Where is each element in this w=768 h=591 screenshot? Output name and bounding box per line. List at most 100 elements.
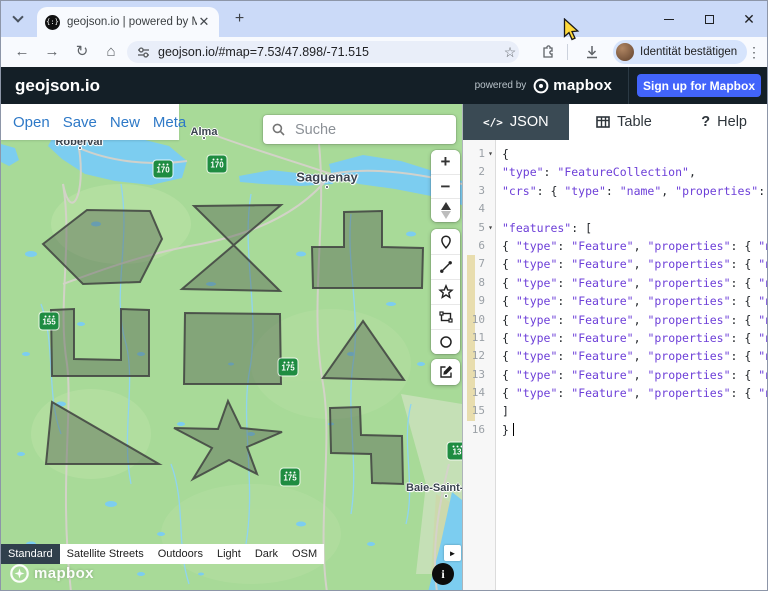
style-standard[interactable]: Standard	[1, 544, 60, 564]
collapse-panel-arrow[interactable]: ►	[444, 545, 461, 561]
style-light[interactable]: Light	[209, 544, 248, 564]
zoom-out-button[interactable]: −	[431, 174, 460, 198]
editor-line-8[interactable]: 8{ "type": "Feature", "properties": { "n…	[463, 273, 767, 293]
tab-search-icon[interactable]	[11, 11, 25, 26]
feature-square[interactable]	[182, 311, 283, 385]
new-tab-button[interactable]: +	[231, 11, 248, 28]
tab-help-label: Help	[717, 114, 747, 130]
bookmark-star-icon[interactable]: ☆	[499, 41, 521, 63]
tab-table[interactable]: Table	[569, 104, 680, 140]
editor-line-16[interactable]: 16}	[463, 421, 767, 439]
feature-z-shape[interactable]	[328, 405, 405, 486]
minimize-button[interactable]	[649, 1, 689, 37]
zoom-in-button[interactable]: +	[431, 150, 460, 174]
line-gutter: 10	[463, 310, 496, 330]
search-input[interactable]	[293, 120, 447, 139]
code-line[interactable]: { "type": "Feature", "properties": { "na	[496, 329, 767, 347]
signup-button[interactable]: Sign up for Mapbox	[637, 74, 761, 97]
fold-arrow-icon[interactable]: ▾	[485, 219, 496, 237]
menu-item-open[interactable]: Open	[13, 114, 50, 131]
editor-line-13[interactable]: 13{ "type": "Feature", "properties": { "…	[463, 365, 767, 385]
code-line[interactable]: { "type": "Feature", "properties": { "na	[496, 255, 767, 273]
menu-item-new[interactable]: New	[110, 114, 140, 131]
editor-line-10[interactable]: 10{ "type": "Feature", "properties": { "…	[463, 310, 767, 330]
editor-line-7[interactable]: 7{ "type": "Feature", "properties": { "n…	[463, 255, 767, 275]
tab-title: geojson.io | powered by Mapbox	[67, 16, 197, 28]
reload-icon[interactable]: ↻	[71, 41, 93, 63]
draw-rectangle-button[interactable]	[431, 304, 460, 329]
draw-marker-button[interactable]	[431, 229, 460, 254]
editor-line-1[interactable]: 1 ▾{	[463, 145, 767, 163]
style-osm[interactable]: OSM	[285, 544, 325, 564]
draw-polygon-button[interactable]	[431, 279, 460, 304]
menu-kebab-icon[interactable]: ⋮	[743, 41, 765, 63]
feature-t-shape[interactable]	[310, 209, 425, 289]
url-bar[interactable]: geojson.io/#map=7.53/47.898/-71.515	[127, 41, 519, 63]
tab-help[interactable]: ? Help	[679, 104, 767, 140]
code-line[interactable]: { "type": "Feature", "properties": { "na	[496, 366, 767, 384]
draw-line-button[interactable]	[431, 254, 460, 279]
place-dot	[325, 185, 329, 189]
route-shield-175: 175	[278, 358, 298, 376]
code-line[interactable]	[496, 200, 767, 218]
feature-u-shape[interactable]	[49, 307, 150, 377]
home-icon[interactable]: ⌂	[100, 41, 122, 63]
code-line[interactable]: {	[496, 145, 767, 163]
code-line[interactable]: { "type": "Feature", "properties": { "na	[496, 274, 767, 292]
map-search-box[interactable]	[263, 115, 456, 144]
editor-line-12[interactable]: 12{ "type": "Feature", "properties": { "…	[463, 347, 767, 367]
extensions-icon[interactable]	[537, 41, 559, 63]
site-brand: geojson.io	[15, 75, 100, 95]
compass-button[interactable]	[431, 198, 460, 222]
forward-icon[interactable]: →	[41, 41, 63, 63]
code-line[interactable]: }	[496, 421, 767, 439]
map-info-button[interactable]: i	[432, 563, 454, 585]
code-line[interactable]: { "type": "Feature", "properties": { "na	[496, 311, 767, 329]
editor-line-14[interactable]: 14{ "type": "Feature", "properties": { "…	[463, 384, 767, 403]
editor-line-3[interactable]: 3 "crs": { "type": "name", "properties": …	[463, 182, 767, 200]
style-dark[interactable]: Dark	[247, 544, 286, 564]
code-line[interactable]: { "type": "Feature", "properties": { "na	[496, 384, 767, 402]
table-icon	[596, 116, 610, 128]
editor-line-15[interactable]: 15]	[463, 402, 767, 422]
editor-line-4[interactable]: 4	[463, 200, 767, 218]
style-satellite-streets[interactable]: Satellite Streets	[59, 544, 151, 564]
menu-item-save[interactable]: Save	[63, 114, 97, 131]
editor-line-6[interactable]: 6 { "type": "Feature", "properties": { "n…	[463, 237, 767, 255]
code-line[interactable]: "type": "FeatureCollection",	[496, 163, 767, 181]
tab-close-icon[interactable]: ✕	[197, 15, 211, 29]
feature-bowtie[interactable]	[179, 203, 284, 293]
line-gutter: 15	[463, 402, 496, 422]
back-icon[interactable]: ←	[11, 41, 33, 63]
maximize-button[interactable]	[689, 1, 729, 37]
map-canvas[interactable]: RobervalAlmaSaguenayBaie-Saint-Paul 1701…	[1, 104, 462, 590]
code-line[interactable]: "crs": { "type": "name", "properties": {	[496, 182, 767, 200]
site-settings-icon[interactable]	[137, 46, 150, 59]
browser-tab[interactable]: {:} geojson.io | powered by Mapbox ✕	[37, 7, 219, 37]
json-editor[interactable]: 1 ▾{2 "type": "FeatureCollection", 3 "crs": …	[463, 140, 767, 590]
code-line[interactable]: "features": [	[496, 219, 767, 237]
tab-json[interactable]: </> JSON	[463, 104, 569, 140]
mapbox-attribution[interactable]: mapbox	[9, 563, 94, 584]
code-line[interactable]: { "type": "Feature", "properties": { "na	[496, 292, 767, 310]
download-icon[interactable]	[581, 41, 603, 63]
edit-control-group	[431, 359, 460, 385]
feature-star[interactable]	[173, 398, 283, 482]
text-cursor	[512, 422, 515, 436]
editor-line-5[interactable]: 5 ▾ "features": [	[463, 219, 767, 237]
style-outdoors[interactable]: Outdoors	[150, 544, 210, 564]
code-line[interactable]: ]	[496, 402, 767, 420]
editor-line-11[interactable]: 11{ "type": "Feature", "properties": { "…	[463, 328, 767, 348]
fold-arrow-icon[interactable]: ▾	[485, 145, 496, 163]
line-gutter: 4	[478, 202, 485, 216]
menu-item-meta[interactable]: Meta	[153, 114, 186, 131]
editor-line-2[interactable]: 2 "type": "FeatureCollection",	[463, 163, 767, 181]
close-button[interactable]: ✕	[729, 1, 767, 37]
edit-features-button[interactable]	[431, 359, 460, 385]
route-shield-170: 170	[207, 155, 227, 173]
identity-button[interactable]: Identität bestätigen	[613, 40, 748, 64]
code-line[interactable]: { "type": "Feature", "properties": { "na	[496, 237, 767, 255]
editor-line-9[interactable]: 9{ "type": "Feature", "properties": { "n…	[463, 292, 767, 311]
draw-circle-button[interactable]	[431, 329, 460, 354]
code-line[interactable]: { "type": "Feature", "properties": { "na	[496, 347, 767, 365]
